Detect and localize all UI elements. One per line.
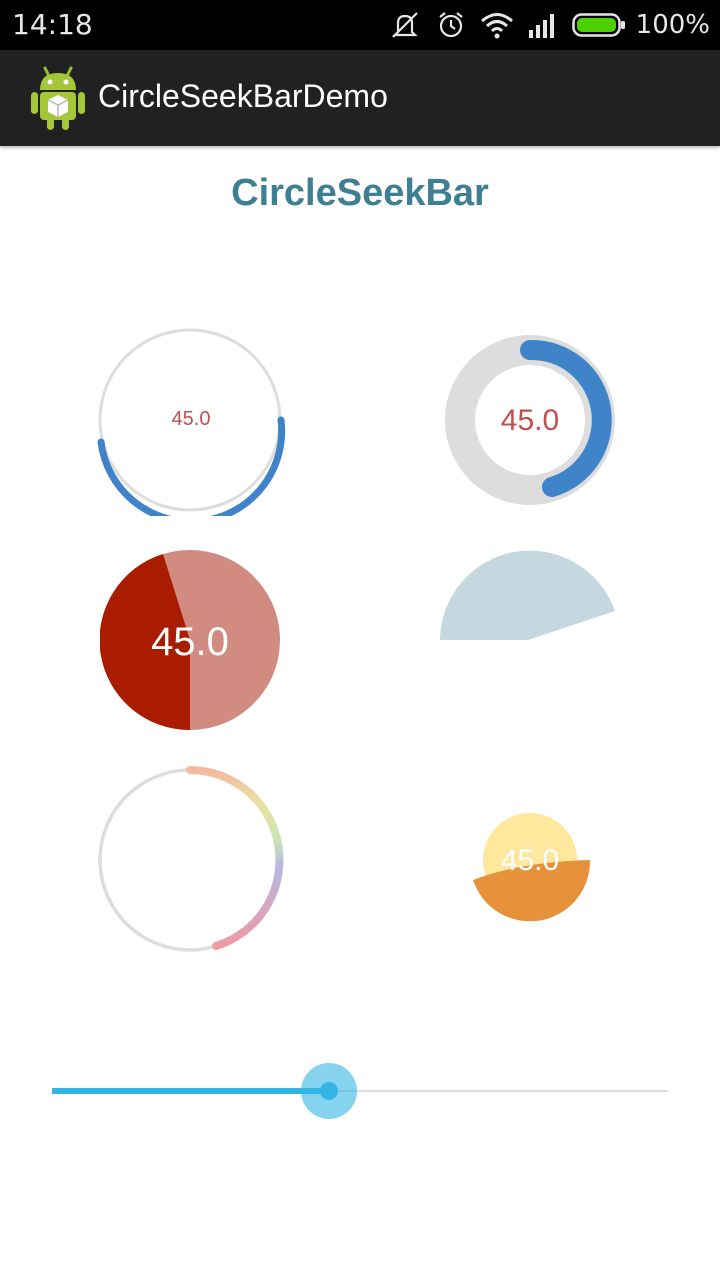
silent-icon (391, 12, 418, 38)
signal-icon (528, 14, 554, 38)
sector-gray-graphic (440, 550, 615, 640)
progress-slider[interactable] (30, 1055, 690, 1129)
ring-rainbow-graphic (98, 766, 284, 952)
ring-thick-value: 45.0 (500, 404, 560, 437)
fill-orange-value: 45.0 (500, 844, 560, 877)
wifi-icon (480, 13, 513, 39)
circle-seekbar-ring-rainbow[interactable] (96, 764, 290, 958)
slider-thumb[interactable] (320, 1082, 338, 1100)
status-icons: 100% (388, 8, 710, 42)
action-bar: CircleSeekBarDemo (0, 50, 720, 146)
battery-percentage: 100% (635, 10, 710, 40)
status-time: 14:18 (12, 8, 93, 41)
battery-icon (571, 13, 625, 37)
alarm-icon (438, 12, 463, 38)
circle-seekbar-sector-gray[interactable] (440, 548, 620, 644)
android-icon (31, 66, 85, 130)
circle-seekbar-ring-blue[interactable]: 45.0 (96, 326, 286, 516)
page-title: CircleSeekBar (231, 172, 489, 214)
app-title: CircleSeekBarDemo (98, 78, 388, 114)
status-bar: 14:18 100% (0, 0, 720, 50)
circle-seekbar-ring-thick[interactable]: 45.0 (440, 330, 620, 510)
progress-slider-graphic (52, 1063, 668, 1119)
circle-seekbar-fill-orange[interactable]: 45.0 (470, 810, 594, 924)
pie-red-value: 45.0 (151, 620, 229, 664)
ring-blue-value: 45.0 (171, 408, 211, 430)
circle-seekbar-pie-red[interactable]: 45.0 (100, 550, 280, 730)
